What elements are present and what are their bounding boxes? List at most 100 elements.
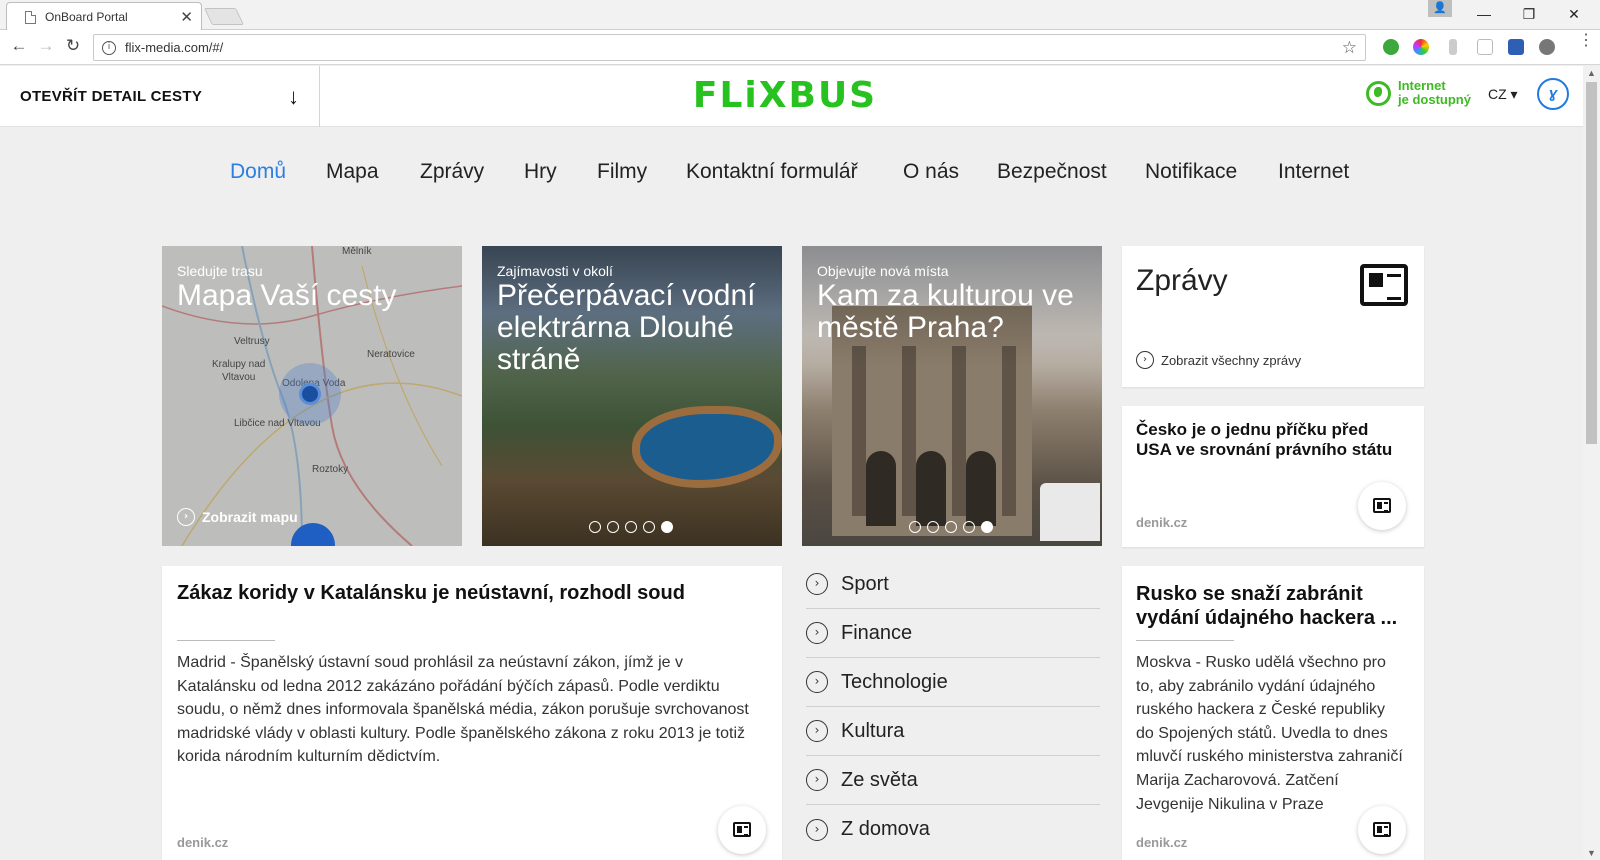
chevron-right-icon: › — [806, 769, 828, 791]
category-item-technologie[interactable]: › Technologie — [806, 658, 1100, 707]
news-source: denik.cz — [1136, 835, 1188, 850]
tab-title: OnBoard Portal — [45, 10, 128, 24]
flixbus-logo[interactable]: FLiXBUS — [680, 75, 890, 116]
carousel-dot[interactable] — [945, 521, 957, 533]
newspaper-button[interactable] — [1358, 482, 1406, 530]
nav-item-notifikace[interactable]: Notifikace — [1145, 160, 1237, 184]
user-account-icon[interactable]: ɣ — [1537, 78, 1569, 110]
category-item-sport[interactable]: › Sport — [806, 560, 1100, 609]
scroll-down-icon[interactable]: ▼ — [1587, 848, 1596, 858]
category-label: Kultura — [841, 719, 905, 742]
restore-icon[interactable]: ❐ — [1509, 3, 1549, 25]
tile-title: Mapa Vaší cesty — [177, 279, 397, 312]
location-pin-icon — [299, 383, 321, 405]
nav-item-bezpecnost[interactable]: Bezpečnost — [997, 160, 1107, 184]
extension-green-icon[interactable] — [1383, 39, 1399, 55]
map-label: Vltavou — [222, 372, 256, 383]
trip-detail-label: OTEVŘÍT DETAIL CESTY — [20, 88, 203, 105]
show-map-link[interactable]: › Zobrazit mapu — [177, 508, 298, 526]
category-label: Technologie — [841, 670, 948, 693]
article-text: Madrid - Španělský ústavní soud prohlási… — [177, 654, 749, 766]
feature-tile-dam[interactable]: Zajímavosti v okolí Přečerpávací vodní e… — [482, 246, 782, 546]
extension-color-icon[interactable] — [1413, 39, 1429, 55]
category-item-ze-sveta[interactable]: › Ze světa — [806, 756, 1100, 805]
nav-item-filmy[interactable]: Filmy — [597, 160, 647, 184]
all-news-link[interactable]: › Zobrazit všechny zprávy — [1136, 351, 1301, 369]
extension-pin-icon[interactable] — [1449, 39, 1457, 55]
category-item-finance[interactable]: › Finance — [806, 609, 1100, 658]
bookmark-star-icon[interactable]: ☆ — [1342, 38, 1357, 58]
internet-status[interactable]: Internet je dostupný — [1366, 79, 1471, 107]
news-source: denik.cz — [1136, 515, 1188, 530]
scroll-up-icon[interactable]: ▲ — [1587, 68, 1596, 78]
back-icon[interactable]: ← — [8, 35, 30, 57]
nav-item-internet[interactable]: Internet — [1278, 160, 1349, 184]
internet-status-text: Internet je dostupný — [1398, 79, 1471, 107]
carousel-dots[interactable] — [589, 521, 673, 533]
reload-icon[interactable]: ↻ — [62, 35, 84, 57]
page-scrollbar[interactable]: ▲ ▼ — [1583, 66, 1600, 860]
article-card[interactable]: Zákaz koridy v Katalánsku je neústavní, … — [162, 566, 782, 860]
carousel-dot-active[interactable] — [661, 521, 673, 533]
nav-item-domu[interactable]: Domů — [230, 160, 286, 184]
url-text[interactable]: flix-media.com/#/ — [125, 40, 1342, 55]
all-news-label: Zobrazit všechny zprávy — [1161, 352, 1302, 368]
carousel-dot[interactable] — [625, 521, 637, 533]
carousel-dot[interactable] — [927, 521, 939, 533]
news-card[interactable]: Česko je o jednu příčku před USA ve srov… — [1122, 406, 1424, 547]
extension-share-icon[interactable] — [1477, 39, 1493, 55]
nav-item-kontaktni-formular[interactable]: Kontaktní formulář — [686, 160, 858, 184]
nav-item-o-nas[interactable]: O nás — [903, 160, 959, 184]
carousel-dot[interactable] — [607, 521, 619, 533]
profile-icon[interactable]: 👤 — [1428, 0, 1452, 17]
new-tab-button[interactable] — [204, 8, 244, 25]
nav-item-zpravy[interactable]: Zprávy — [420, 160, 484, 184]
internet-status-line1: Internet — [1398, 78, 1446, 93]
category-list: › Sport › Finance › Technologie › Kultur… — [806, 560, 1100, 854]
info-icon[interactable]: i — [102, 40, 116, 55]
article-headline[interactable]: Zákaz koridy v Katalánsku je neústavní, … — [177, 582, 685, 605]
chevron-right-icon: › — [806, 818, 828, 841]
trip-detail-button[interactable]: OTEVŘÍT DETAIL CESTY ↓ — [0, 66, 320, 127]
forward-icon[interactable]: → — [35, 35, 57, 57]
news-headline[interactable]: Česko je o jednu příčku před USA ve srov… — [1136, 420, 1400, 460]
close-window-icon[interactable]: ✕ — [1554, 3, 1594, 25]
nav-item-hry[interactable]: Hry — [524, 160, 557, 184]
category-item-kultura[interactable]: › Kultura — [806, 707, 1100, 756]
map-label: Veltrusy — [234, 336, 270, 347]
language-select[interactable]: CZ ▾ — [1488, 86, 1518, 103]
category-item-z-domova[interactable]: › Z domova — [806, 805, 1100, 854]
news-header-card[interactable]: Zprávy › Zobrazit všechny zprávy — [1122, 246, 1424, 387]
feature-tile-theatre[interactable]: Objevujte nová místa Kam za kulturou ve … — [802, 246, 1102, 546]
chevron-right-icon: › — [806, 671, 828, 693]
browser-tab[interactable]: OnBoard Portal ✕ — [6, 2, 202, 31]
carousel-dot-active[interactable] — [981, 521, 993, 533]
chevron-right-icon: › — [806, 573, 828, 595]
nav-item-mapa[interactable]: Mapa — [326, 160, 379, 184]
extension-gray-icon[interactable] — [1539, 39, 1555, 55]
map-label: Mělník — [342, 246, 372, 257]
chevron-right-icon: › — [1136, 351, 1154, 369]
carousel-dot[interactable] — [643, 521, 655, 533]
newspaper-button[interactable] — [1358, 806, 1406, 854]
carousel-dot[interactable] — [909, 521, 921, 533]
scroll-thumb[interactable] — [1586, 82, 1597, 444]
address-bar[interactable]: i flix-media.com/#/ ☆ — [93, 34, 1366, 61]
map-label: Roztoky — [312, 464, 349, 475]
tab-close-icon[interactable]: ✕ — [180, 8, 193, 26]
carousel-dot[interactable] — [589, 521, 601, 533]
category-label: Ze světa — [841, 768, 918, 791]
show-map-label: Zobrazit mapu — [202, 509, 298, 525]
article-card-side[interactable]: Rusko se snaží zabránit vydání údajného … — [1122, 566, 1424, 860]
article-headline[interactable]: Rusko se snaží zabránit vydání údajného … — [1136, 582, 1408, 630]
minimize-icon[interactable]: — — [1464, 3, 1504, 25]
extension-blue-icon[interactable] — [1508, 39, 1524, 55]
carousel-dot[interactable] — [963, 521, 975, 533]
carousel-dots[interactable] — [909, 521, 993, 533]
browser-menu-icon[interactable]: ⋮ — [1578, 33, 1594, 49]
page-icon — [25, 10, 36, 24]
map-tile[interactable]: Mělník Veltrusy Kralupy nad Vltavou Nera… — [162, 246, 462, 546]
map-label: Kralupy nad — [212, 359, 266, 370]
article-text: Moskva - Rusko udělá všechno pro to, aby… — [1136, 654, 1403, 813]
newspaper-button[interactable] — [718, 806, 766, 854]
